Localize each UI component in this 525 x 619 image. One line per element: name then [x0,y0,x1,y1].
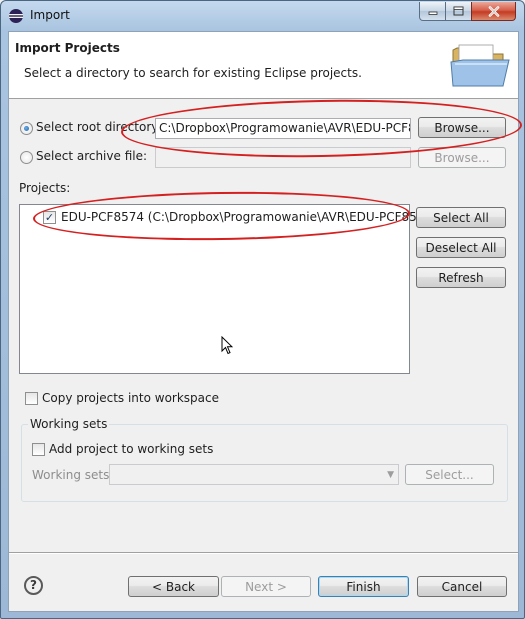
project-checkbox[interactable]: ✓ [43,211,56,224]
minimize-icon [428,11,437,15]
archive-file-radio[interactable] [20,151,33,164]
add-to-working-sets-checkbox[interactable] [32,443,45,456]
chevron-down-icon: ▼ [387,470,394,480]
eclipse-icon [9,9,23,23]
footer-separator [9,552,518,554]
working-sets-combo[interactable]: ▼ [109,464,399,485]
window-title: Import [30,8,70,22]
page-title: Import Projects [15,41,120,55]
close-button[interactable] [471,2,516,21]
folder-icon [450,44,510,87]
working-sets-group [21,424,508,502]
archive-file-label[interactable]: Select archive file: [36,149,147,163]
next-button[interactable]: Next > [221,576,311,597]
root-directory-input[interactable]: C:\Dropbox\Programowanie\AVR\EDU-PCF857 [155,118,411,139]
select-all-button[interactable]: Select All [416,207,506,228]
cancel-button[interactable]: Cancel [417,576,507,597]
archive-file-input[interactable] [155,147,411,168]
add-to-working-sets-label[interactable]: Add project to working sets [49,442,213,456]
page-description: Select a directory to search for existin… [24,66,362,80]
minimize-button[interactable] [419,2,446,21]
working-sets-group-label: Working sets [28,417,110,431]
finish-button[interactable]: Finish [318,576,409,597]
copy-projects-label[interactable]: Copy projects into workspace [42,391,219,405]
title-bar[interactable]: Import [1,1,524,31]
root-directory-label[interactable]: Select root directory: [36,120,162,134]
maximize-icon [453,6,464,16]
copy-projects-checkbox[interactable] [25,392,38,405]
import-window: Import Import Projects Select a director… [0,0,525,619]
close-icon [488,5,499,17]
working-sets-field-label: Working sets: [32,468,114,482]
list-item[interactable]: EDU-PCF8574 (C:\Dropbox\Programowanie\AV… [61,210,437,224]
browse-directory-button[interactable]: Browse... [418,117,506,138]
maximize-button[interactable] [445,2,472,21]
root-directory-radio[interactable] [20,122,33,135]
projects-list[interactable]: ✓ EDU-PCF8574 (C:\Dropbox\Programowanie\… [19,204,437,374]
dialog-body: Import Projects Select a directory to se… [8,31,519,612]
help-icon[interactable]: ? [24,576,43,595]
back-button[interactable]: < Back [128,576,219,597]
select-working-sets-button[interactable]: Select... [405,464,494,485]
mouse-cursor-icon [221,336,233,355]
wizard-header: Import Projects Select a directory to se… [9,32,518,99]
refresh-button[interactable]: Refresh [416,267,506,288]
deselect-all-button[interactable]: Deselect All [416,237,506,258]
projects-label: Projects: [19,181,71,195]
browse-archive-button[interactable]: Browse... [418,147,506,168]
